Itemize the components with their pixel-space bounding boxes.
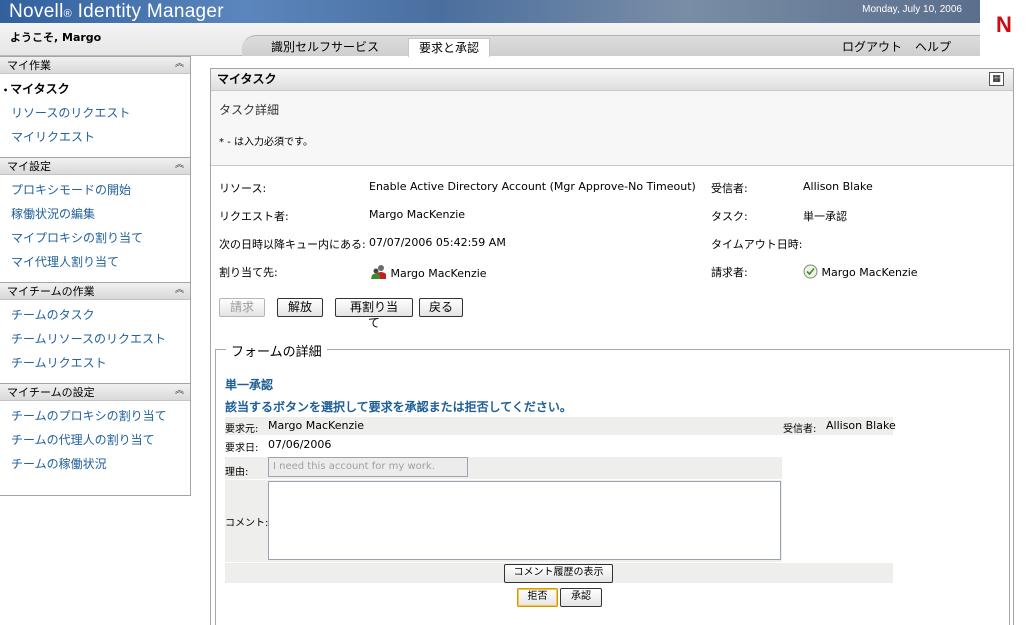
back-button[interactable]: 戻る: [419, 298, 463, 317]
request-from-label: 要求元:: [225, 424, 259, 435]
sidebar-item-label: マイタスク: [10, 82, 70, 96]
sidebar-item-request-resource[interactable]: リソースのリクエスト: [0, 102, 190, 126]
requester-label: リクエスト者:: [219, 210, 289, 223]
assigned-label: 割り当て先:: [219, 266, 278, 279]
welcome-bar: ようこそ, Margo 識別セルフサービス 要求と承認 ログアウト ヘルプ: [0, 23, 980, 57]
sidebar-list: チームのプロキシの割り当て チームの代理人の割り当て チームの稼働状況: [0, 401, 190, 484]
sidebar: マイ作業 ︽ • マイタスク リソースのリクエスト マイリクエスト マイ設定 ︽ …: [0, 56, 191, 496]
resource-value: Enable Active Directory Account (Mgr App…: [369, 180, 696, 193]
sidebar-list: • マイタスク リソースのリクエスト マイリクエスト: [0, 74, 190, 157]
novell-logo-icon: N: [996, 12, 1012, 37]
help-link[interactable]: ヘルプ: [905, 38, 961, 57]
panel-header: マイタスク ▦: [211, 69, 1013, 91]
queue-value: 07/07/2006 05:42:59 AM: [369, 236, 506, 249]
double-chevron-up-icon[interactable]: ︽: [173, 159, 186, 172]
resource-label: リソース:: [219, 182, 267, 195]
sidebar-section-title: マイチームの設定: [7, 386, 95, 399]
sidebar-item-start-proxy[interactable]: プロキシモードの開始: [0, 179, 190, 203]
recipient-value: Allison Blake: [803, 180, 873, 193]
sidebar-list: プロキシモードの開始 稼働状況の編集 マイプロキシの割り当て マイ代理人割り当て: [0, 175, 190, 282]
sidebar-item-team-tasks[interactable]: チームのタスク: [0, 304, 190, 328]
comment-label: コメント:: [225, 518, 269, 529]
bullet-icon: •: [3, 86, 9, 95]
claimant-label: 請求者:: [711, 266, 748, 279]
sidebar-section-team-settings: マイチームの設定 ︽: [0, 383, 190, 401]
welcome-text: ようこそ, Margo: [10, 31, 102, 44]
double-chevron-up-icon[interactable]: ︽: [173, 284, 186, 297]
form-heading: 単一承認: [225, 378, 274, 392]
tab-requests-approvals[interactable]: 要求と承認: [408, 38, 491, 57]
assigned-name: Margo MacKenzie: [390, 267, 487, 280]
user-group-icon: [371, 265, 386, 279]
request-date-value: 07/06/2006: [268, 438, 332, 451]
approve-button[interactable]: 承認: [560, 588, 602, 607]
sidebar-item-team-delegate[interactable]: チームの代理人の割り当て: [0, 429, 190, 453]
recipient-label: 受信者:: [711, 182, 748, 195]
sidebar-item-my-requests[interactable]: マイリクエスト: [0, 126, 190, 150]
brand-name: Novell: [9, 1, 64, 22]
sidebar-item-team-requests[interactable]: チームリクエスト: [0, 352, 190, 376]
sidebar-item-my-delegate[interactable]: マイ代理人割り当て: [0, 251, 190, 275]
form-recipient-value: Allison Blake: [826, 419, 896, 432]
task-value: 単一承認: [803, 210, 847, 223]
sidebar-section-my-work: マイ作業 ︽: [0, 56, 190, 74]
brand-bar: Novell® Identity Manager Monday, July 10…: [0, 0, 980, 23]
task-label: タスク:: [711, 210, 748, 223]
form-recipient-label: 受信者:: [783, 424, 817, 435]
sidebar-item-my-proxy[interactable]: マイプロキシの割り当て: [0, 227, 190, 251]
form-details: フォームの詳細 単一承認 該当するボタンを選択して要求を承認または拒否してくださ…: [215, 341, 1010, 625]
sidebar-section-title: マイ作業: [7, 59, 51, 72]
sidebar-item-my-tasks[interactable]: • マイタスク: [0, 78, 190, 102]
comment-textarea[interactable]: [268, 481, 781, 560]
timeout-label: タイムアウト日時:: [711, 238, 803, 251]
request-date-label: 要求日:: [225, 443, 259, 454]
claim-button[interactable]: 請求: [219, 298, 265, 317]
task-panel: マイタスク ▦ タスク詳細 * - は入力必須です。 リソース: Enable …: [210, 68, 1014, 625]
claimant-name: Margo MacKenzie: [821, 266, 918, 279]
sidebar-section-title: マイチームの作業: [7, 285, 95, 298]
requester-value: Margo MacKenzie: [369, 208, 466, 221]
reason-label: 理由:: [225, 467, 249, 478]
release-button[interactable]: 解放: [277, 298, 323, 317]
task-detail-title: タスク詳細: [219, 103, 280, 117]
app-header: Novell® Identity Manager Monday, July 10…: [0, 0, 1035, 57]
form-instruction: 該当するボタンを選択して要求を承認または拒否してください。: [225, 400, 572, 414]
sidebar-section-team-work: マイチームの作業 ︽: [0, 282, 190, 300]
logout-link[interactable]: ログアウト: [832, 38, 912, 57]
header-date: Monday, July 10, 2006: [862, 4, 962, 15]
sidebar-item-edit-availability[interactable]: 稼働状況の編集: [0, 203, 190, 227]
required-note: * - は入力必須です。: [219, 137, 313, 148]
assigned-value: Margo MacKenzie: [371, 264, 487, 280]
form-legend: フォームの詳細: [226, 341, 327, 360]
request-from-value: Margo MacKenzie: [268, 419, 365, 432]
panel-menu-icon[interactable]: ▦: [989, 72, 1004, 86]
product-name: Identity Manager: [72, 1, 224, 22]
sidebar-list: チームのタスク チームリソースのリクエスト チームリクエスト: [0, 300, 190, 383]
sidebar-item-team-proxy[interactable]: チームのプロキシの割り当て: [0, 405, 190, 429]
claimant-value: Margo MacKenzie: [803, 264, 918, 279]
task-detail-box: タスク詳細 * - は入力必須です。: [211, 91, 1013, 166]
queue-label: 次の日時以降キュー内にある:: [219, 238, 366, 251]
check-circle-icon: [803, 264, 818, 279]
panel-title: マイタスク: [217, 72, 277, 86]
comment-history-button[interactable]: コメント履歴の表示: [504, 564, 613, 583]
registered-mark: ®: [63, 8, 73, 20]
reassign-button[interactable]: 再割り当て: [335, 298, 413, 330]
double-chevron-up-icon[interactable]: ︽: [173, 385, 186, 398]
sidebar-item-team-availability[interactable]: チームの稼働状況: [0, 453, 190, 477]
double-chevron-up-icon[interactable]: ︽: [173, 58, 186, 71]
tab-identity-self-service[interactable]: 識別セルフサービス: [261, 38, 389, 57]
sidebar-section-my-settings: マイ設定 ︽: [0, 157, 190, 175]
sidebar-item-team-resource-request[interactable]: チームリソースのリクエスト: [0, 328, 190, 352]
reason-input[interactable]: I need this account for my work.: [268, 457, 468, 477]
sidebar-section-title: マイ設定: [7, 160, 51, 173]
nav-tabs: 識別セルフサービス 要求と承認 ログアウト ヘルプ: [242, 35, 980, 57]
deny-button[interactable]: 拒否: [517, 588, 558, 607]
brand-title: Novell® Identity Manager: [9, 1, 224, 23]
